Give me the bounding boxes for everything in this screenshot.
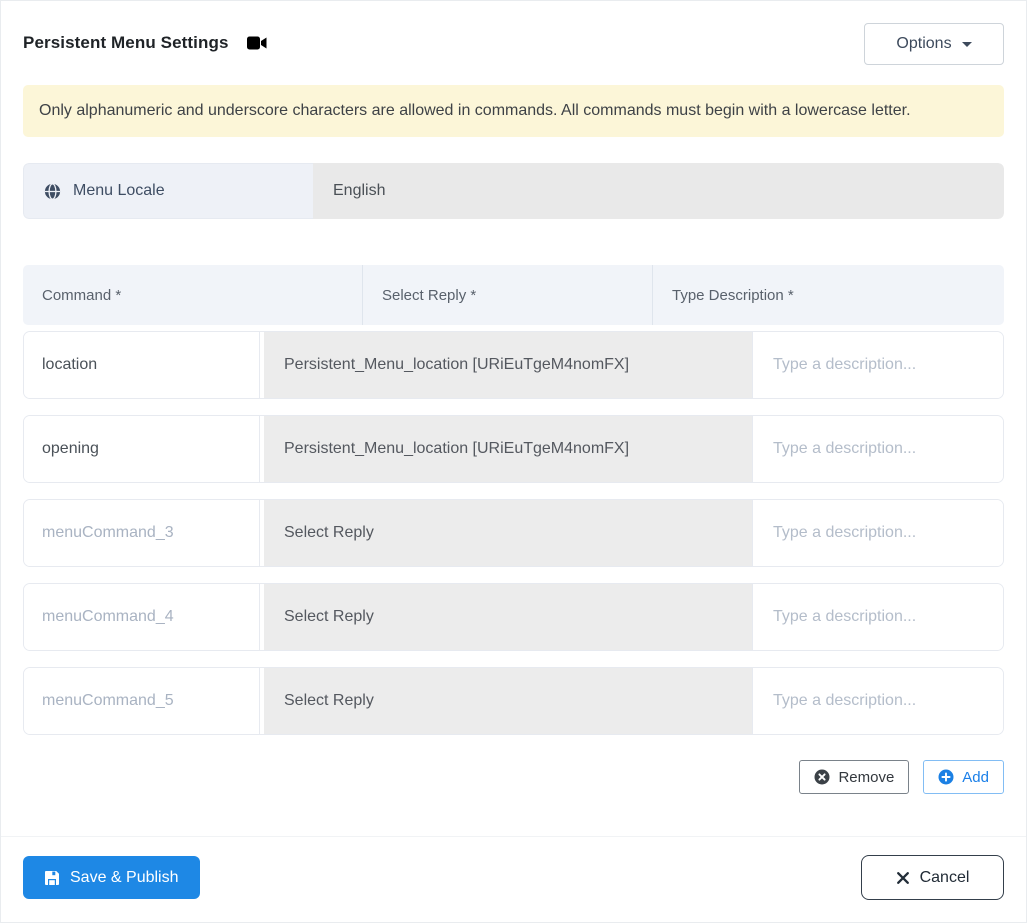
x-circle-icon (814, 769, 830, 785)
persistent-menu-settings-panel: Persistent Menu Settings Options Only al… (0, 0, 1027, 923)
remove-button-label: Remove (838, 768, 895, 786)
globe-icon (44, 182, 61, 200)
command-input[interactable] (24, 500, 260, 566)
row-actions: Remove Add (23, 760, 1004, 794)
video-camera-icon[interactable] (246, 35, 268, 51)
menu-locale-label-text: Menu Locale (73, 182, 165, 199)
page-title: Persistent Menu Settings (23, 33, 229, 52)
command-input[interactable] (24, 584, 260, 650)
menu-locale-label: Menu Locale (23, 163, 313, 219)
footer-bar: Save & Publish Cancel (1, 836, 1026, 900)
save-publish-button[interactable]: Save & Publish (23, 856, 200, 899)
table-row: Select Reply (23, 583, 1004, 651)
chevron-down-icon (961, 41, 972, 47)
command-input[interactable] (24, 668, 260, 734)
column-header-command: Command * (42, 286, 122, 304)
command-input[interactable] (24, 416, 260, 482)
select-reply-button[interactable]: Select Reply (264, 668, 752, 734)
column-header-type-description: Type Description * (652, 265, 1004, 325)
table-header-row: Command * Select Reply * Type Descriptio… (23, 265, 1004, 325)
select-reply-button[interactable]: Select Reply (264, 584, 752, 650)
save-publish-label: Save & Publish (70, 868, 179, 886)
command-input[interactable] (24, 332, 260, 398)
table-row: Select Reply (23, 499, 1004, 567)
select-reply-button[interactable]: Select Reply (264, 500, 752, 566)
menu-locale-group: Menu Locale (23, 163, 1004, 219)
column-header-select-reply: Select Reply * (362, 265, 652, 325)
select-reply-button[interactable]: Persistent_Menu_location [URiEuTgeM4nomF… (264, 416, 752, 482)
add-button-label: Add (962, 768, 989, 786)
table-row: Persistent_Menu_location [URiEuTgeM4nomF… (23, 331, 1004, 399)
table-row: Select Reply (23, 667, 1004, 735)
command-rules-alert: Only alphanumeric and underscore charact… (23, 85, 1004, 137)
cancel-button[interactable]: Cancel (861, 855, 1004, 900)
add-row-button[interactable]: Add (923, 760, 1004, 794)
menu-locale-value-field[interactable] (313, 163, 1004, 219)
table-row: Persistent_Menu_location [URiEuTgeM4nomF… (23, 415, 1004, 483)
remove-row-button[interactable]: Remove (799, 760, 910, 794)
save-icon (44, 870, 60, 886)
description-input[interactable] (752, 584, 1003, 650)
select-reply-button[interactable]: Persistent_Menu_location [URiEuTgeM4nomF… (264, 332, 752, 398)
plus-circle-icon (938, 769, 954, 785)
x-icon (896, 871, 910, 885)
description-input[interactable] (752, 332, 1003, 398)
options-button[interactable]: Options (864, 23, 1004, 65)
cancel-button-label: Cancel (919, 868, 970, 886)
alert-text: Only alphanumeric and underscore charact… (39, 102, 911, 119)
description-input[interactable] (752, 500, 1003, 566)
options-button-label: Options (896, 35, 952, 52)
top-bar: Persistent Menu Settings Options (23, 23, 1004, 65)
description-input[interactable] (752, 416, 1003, 482)
description-input[interactable] (752, 668, 1003, 734)
